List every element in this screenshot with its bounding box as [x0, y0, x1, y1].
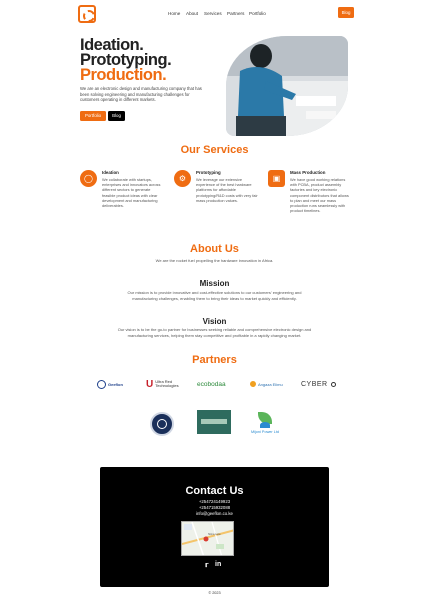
hero-blog-button[interactable]: Blog [108, 111, 125, 121]
hero-description: We are an electronic design and manufact… [80, 86, 202, 103]
about-title: About Us [190, 243, 239, 255]
partner-ecobodaa-logo[interactable]: ecobodaa [197, 378, 226, 390]
cyber-circle-icon [330, 381, 336, 387]
twitter-icon[interactable]: 𝕣 [205, 561, 208, 569]
contact-phone-2[interactable]: +254715932088 [100, 505, 329, 510]
geeflon-logo[interactable] [78, 5, 96, 23]
service-prototyping-text: We leverage our extensive experience of … [196, 177, 258, 203]
hero-title-production: Production. [80, 66, 167, 84]
hero-portfolio-button[interactable]: Portfolio [80, 111, 106, 121]
location-map[interactable]: Stima Lane [181, 521, 234, 556]
service-prototyping-title: Prototyping [196, 170, 221, 175]
factory-icon: ▣ [268, 170, 285, 187]
nav-blog-button[interactable]: Blog [338, 7, 354, 18]
partner-geeflon-logo[interactable]: Geeflon [97, 378, 123, 390]
service-mass-production-text: We have good working relations with PCBA… [290, 177, 349, 214]
seal-inner-icon [157, 419, 167, 429]
map-place-label: Stima Lane [208, 533, 221, 536]
service-ideation-text: We collaborate with startups, enterprise… [102, 177, 161, 209]
lightbulb-icon: ◯ [80, 170, 97, 187]
about-tagline: We are the rocket fuel propelling the ha… [155, 258, 274, 263]
partner-seal-logo[interactable] [150, 412, 174, 436]
partner-mijoni-power-logo[interactable]: Mijoni Power Ltd [247, 410, 283, 446]
contact-email[interactable]: info@geeflon.co.ke [100, 511, 329, 516]
angaza-icon [250, 381, 256, 387]
drop-icon [260, 422, 270, 428]
contact-title: Contact Us [185, 485, 244, 497]
partner-ultra-red-logo[interactable]: U Ultra Red Technologies [146, 378, 185, 390]
ultra-red-icon: U [146, 378, 154, 390]
hero-photo [226, 36, 348, 136]
nav-portfolio[interactable]: Portfolio [249, 11, 266, 16]
vision-text: Our vision is to be the go-to partner fo… [117, 327, 312, 338]
nav-services[interactable]: Services [204, 11, 222, 16]
service-mass-production-title: Mass Production [290, 170, 326, 175]
partners-title: Partners [192, 354, 237, 366]
services-title: Our Services [180, 144, 249, 156]
mission-text: Our mission is to provide innovative and… [127, 290, 302, 301]
mission-title: Mission [199, 279, 230, 288]
footer-copyright: © 2023 [208, 591, 221, 595]
partner-angaza-elimu-logo[interactable]: Angaza Elimu [250, 378, 283, 390]
partner-cyber-logo[interactable]: CYBER [301, 378, 336, 390]
vision-title: Vision [202, 317, 227, 326]
nav-partners[interactable]: Partners [227, 11, 244, 16]
partner-green-banner-logo[interactable] [197, 410, 231, 434]
gear-icon: ⚙ [174, 170, 191, 187]
geeflon-icon [97, 379, 106, 389]
banner-text-icon [201, 419, 227, 424]
linkedin-icon[interactable]: in [215, 561, 221, 568]
service-ideation-title: Ideation [102, 170, 119, 175]
nav-home[interactable]: Home [168, 11, 180, 16]
nav-about[interactable]: About [186, 11, 198, 16]
contact-phone-1[interactable]: +254724149923 [100, 499, 329, 504]
